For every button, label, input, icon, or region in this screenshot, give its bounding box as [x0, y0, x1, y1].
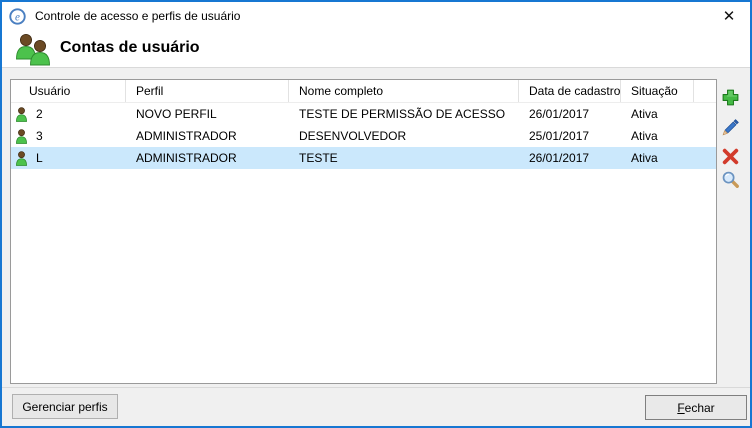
table-header-row: Usuário Perfil Nome completo Data de cad… — [11, 80, 716, 103]
page-header: Contas de usuário — [2, 30, 750, 68]
table-row-selected[interactable]: L ADMINISTRADOR TESTE 26/01/2017 Ativa — [11, 147, 716, 169]
close-icon[interactable]: ✕ — [708, 2, 750, 30]
edit-icon[interactable] — [721, 118, 740, 137]
cell-usuario: 3 — [36, 129, 43, 143]
close-dialog-button[interactable]: Fechar — [645, 395, 747, 420]
column-header-usuario[interactable]: Usuário — [11, 80, 126, 102]
title-bar: e Controle de acesso e perfis de usuário… — [2, 2, 750, 30]
table-row[interactable]: 2 NOVO PERFIL TESTE DE PERMISSÃO DE ACES… — [11, 103, 716, 125]
cell-situacao: Ativa — [621, 151, 694, 165]
user-icon — [14, 150, 29, 167]
column-header-situacao[interactable]: Situação — [621, 80, 694, 102]
cell-situacao: Ativa — [621, 129, 694, 143]
column-header-filler — [694, 80, 716, 102]
users-icon — [12, 33, 55, 67]
svg-text:e: e — [15, 11, 20, 23]
column-header-nome[interactable]: Nome completo — [289, 80, 519, 102]
cell-perfil: ADMINISTRADOR — [126, 151, 289, 165]
cell-usuario: L — [36, 151, 43, 165]
cell-nome: TESTE — [289, 151, 519, 165]
add-icon[interactable] — [721, 88, 740, 107]
dialog-window: e Controle de acesso e perfis de usuário… — [0, 0, 752, 428]
app-logo-icon: e — [9, 8, 26, 25]
user-icon — [14, 128, 29, 145]
cell-data: 26/01/2017 — [519, 151, 621, 165]
cell-situacao: Ativa — [621, 107, 694, 121]
delete-icon[interactable] — [721, 147, 740, 166]
cell-data: 26/01/2017 — [519, 107, 621, 121]
cell-nome: DESENVOLVEDOR — [289, 129, 519, 143]
cell-usuario: 2 — [36, 107, 43, 121]
table-row[interactable]: 3 ADMINISTRADOR DESENVOLVEDOR 25/01/2017… — [11, 125, 716, 147]
bottom-divider — [2, 387, 750, 388]
search-icon[interactable] — [721, 170, 740, 189]
window-title: Controle de acesso e perfis de usuário — [35, 9, 240, 23]
column-header-data[interactable]: Data de cadastro — [519, 80, 621, 102]
column-header-perfil[interactable]: Perfil — [126, 80, 289, 102]
cell-perfil: ADMINISTRADOR — [126, 129, 289, 143]
user-icon — [14, 106, 29, 123]
cell-data: 25/01/2017 — [519, 129, 621, 143]
page-title: Contas de usuário — [60, 39, 200, 57]
manage-profiles-button[interactable]: Gerenciar perfis — [12, 394, 118, 419]
cell-nome: TESTE DE PERMISSÃO DE ACESSO — [289, 107, 519, 121]
user-accounts-table: Usuário Perfil Nome completo Data de cad… — [10, 79, 717, 384]
cell-perfil: NOVO PERFIL — [126, 107, 289, 121]
